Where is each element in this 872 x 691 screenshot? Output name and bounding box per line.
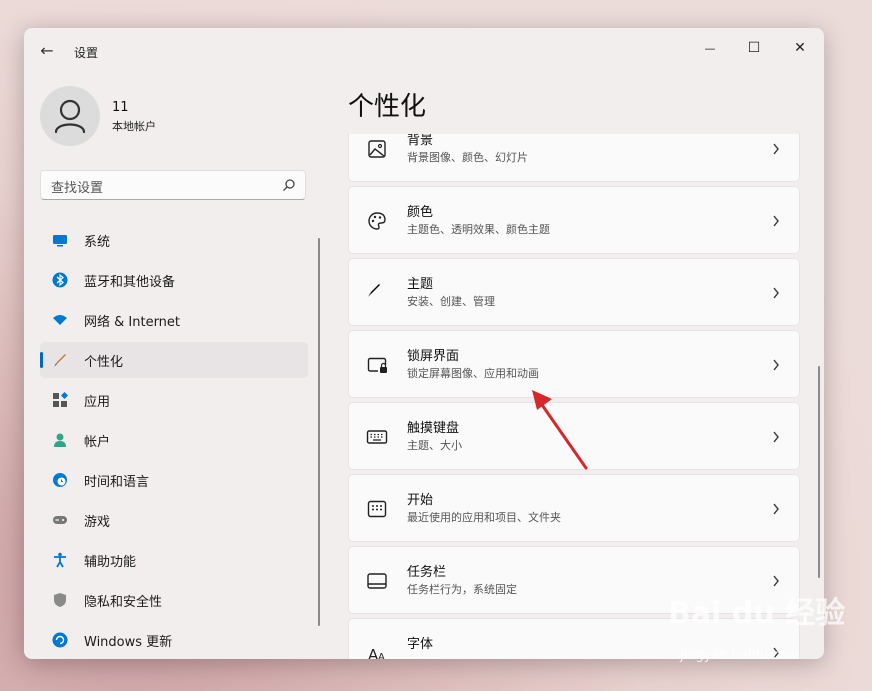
settings-card[interactable]: 开始最近使用的应用和项目、文件夹 [348, 474, 800, 542]
gamepad-icon [53, 516, 67, 524]
sidebar-item[interactable]: 时间和语言 [40, 462, 308, 498]
sidebar-item[interactable]: 个性化 [40, 342, 308, 378]
card-subtitle: 主题、大小 [407, 439, 462, 452]
svg-text:A: A [378, 652, 385, 659]
sidebar-item-label: 时间和语言 [84, 475, 150, 490]
search-input[interactable]: 查找设置 [51, 177, 103, 196]
sidebar-item[interactable]: 游戏 [40, 502, 308, 538]
card-subtitle: 锁定屏幕图像、应用和动画 [407, 367, 539, 380]
sidebar-item-label: 应用 [84, 395, 111, 410]
chevron-right-icon [773, 143, 779, 155]
palette-icon [368, 212, 386, 230]
sidebar-item[interactable]: 辅助功能 [40, 542, 308, 578]
monitor-icon [53, 235, 67, 247]
card-subtitle: 安装、创建、管理 [407, 295, 495, 308]
card-title: 颜色 [407, 205, 434, 220]
avatar[interactable] [40, 86, 100, 146]
sidebar-item-label: 网络 & Internet [84, 315, 181, 330]
update-icon [52, 632, 68, 648]
accessibility-icon [54, 552, 66, 568]
close-icon: ✕ [794, 40, 806, 56]
maximize-button[interactable]: ☐ [734, 34, 774, 62]
card-title: 开始 [407, 493, 434, 508]
shield-icon [54, 593, 66, 607]
settings-card[interactable]: 背景背景图像、颜色、幻灯片 [348, 134, 800, 182]
user-name: 11 [112, 100, 129, 115]
chevron-right-icon [773, 575, 779, 587]
watermark-url: jingyan.baidu.com [680, 648, 800, 663]
sidebar-item-label: 辅助功能 [84, 555, 137, 570]
brush-icon [54, 354, 66, 367]
close-button[interactable]: ✕ [780, 34, 820, 62]
sidebar-item[interactable]: Windows 更新 [40, 622, 308, 658]
chevron-right-icon [773, 503, 779, 515]
minimize-icon: — [704, 42, 716, 55]
settings-card-list: 背景 背景图像、颜色、幻灯片 颜色 主题色、透明效果、颜色主题 主题 安装、创建、管理 锁屏… [348, 134, 800, 659]
card-subtitle: 最近使用的应用和项目、文件夹 [407, 511, 561, 524]
chevron-right-icon [773, 287, 779, 299]
content-scrollbar[interactable] [818, 366, 820, 578]
chevron-right-icon [773, 215, 779, 227]
wifi-icon [53, 315, 67, 325]
back-button[interactable]: ← [36, 40, 58, 62]
sidebar-item-label: 蓝牙和其他设备 [84, 275, 176, 290]
settings-card[interactable]: 锁屏界面锁定屏幕图像、应用和动画 [348, 330, 800, 398]
sidebar-item[interactable]: 隐私和安全性 [40, 582, 308, 618]
card-title: 任务栏 [407, 565, 447, 580]
apps-icon [53, 392, 68, 407]
account-type: 本地帐户 [112, 120, 156, 133]
bluetooth-icon [52, 272, 68, 288]
settings-card[interactable]: 颜色主题色、透明效果、颜色主题 [348, 186, 800, 254]
card-subtitle: 主题色、透明效果、颜色主题 [407, 223, 550, 236]
settings-card[interactable]: 触摸键盘 主题、大小 [348, 402, 800, 470]
card-subtitle: 背景图像、颜色、幻灯片 [407, 151, 528, 164]
search-icon [283, 179, 295, 191]
sidebar-item[interactable]: 应用 [40, 382, 308, 418]
maximize-icon: ☐ [747, 40, 761, 56]
sidebar-item-label: 隐私和安全性 [84, 595, 163, 610]
chevron-right-icon [773, 431, 779, 443]
sidebar-item[interactable]: 系统 [40, 222, 308, 258]
watermark-logo: Bai du 经验 [668, 596, 846, 631]
taskbar-icon [367, 573, 387, 589]
minimize-button[interactable]: — [690, 34, 730, 62]
title-bar: ← 设置 — ☐ ✕ [24, 28, 824, 74]
sidebar-item-label: Windows 更新 [84, 635, 173, 650]
keyboard-icon [366, 430, 388, 444]
user-icon [54, 99, 86, 134]
settings-window: ← 设置 — ☐ ✕ 11 本地帐户 查找设置 系统蓝牙和其他设备 网络 & In… [24, 28, 824, 659]
start-icon [367, 500, 387, 518]
chevron-right-icon [773, 359, 779, 371]
window-title: 设置 [74, 46, 99, 60]
font-icon: AA [368, 646, 385, 659]
lock-screen-icon [367, 357, 387, 373]
sidebar-scrollbar[interactable] [318, 238, 320, 626]
sidebar-item[interactable]: 帐户 [40, 422, 308, 458]
image-icon [368, 140, 386, 158]
sidebar-item-label: 个性化 [84, 355, 124, 370]
page-title: 个性化 [348, 92, 427, 122]
card-title: 触摸键盘 [407, 421, 460, 436]
card-title: 字体 [407, 637, 434, 652]
sidebar-nav: 系统蓝牙和其他设备 网络 & Internet 个性化应用帐户时间和语言游戏辅助功能… [40, 222, 308, 659]
card-title: 锁屏界面 [407, 349, 460, 364]
sidebar-item-label: 系统 [84, 235, 111, 250]
settings-card[interactable]: 主题安装、创建、管理 [348, 258, 800, 326]
brush-icon [368, 284, 380, 297]
sidebar-item[interactable]: 网络 & Internet [40, 302, 308, 338]
back-arrow-icon: ← [40, 41, 54, 60]
sidebar-item[interactable]: 蓝牙和其他设备 [40, 262, 308, 298]
person-icon [54, 433, 66, 447]
sidebar-item-label: 游戏 [84, 515, 111, 530]
search-box[interactable]: 查找设置 [40, 170, 306, 200]
card-title: 背景 [407, 134, 434, 148]
card-subtitle: 任务栏行为，系统固定 [407, 583, 517, 596]
card-title: 主题 [407, 277, 434, 292]
sidebar-item-label: 帐户 [84, 435, 111, 450]
globe-clock-icon [53, 473, 67, 487]
active-indicator [40, 352, 43, 368]
